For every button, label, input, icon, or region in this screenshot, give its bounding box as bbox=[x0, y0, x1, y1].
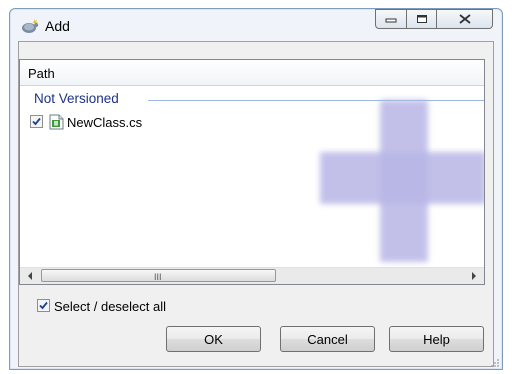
group-label: Not Versioned bbox=[34, 91, 119, 106]
window-title: Add bbox=[45, 18, 70, 34]
tortoise-svn-add-icon bbox=[22, 19, 39, 33]
file-name: NewClass.cs bbox=[67, 115, 143, 130]
scroll-grip: III bbox=[154, 272, 162, 282]
scroll-left-icon[interactable] bbox=[22, 268, 39, 284]
title-bar[interactable]: Add bbox=[10, 9, 502, 41]
resize-grip-icon[interactable] bbox=[490, 358, 500, 368]
select-all-label: Select / deselect all bbox=[54, 299, 167, 314]
item-checkbox[interactable] bbox=[30, 115, 43, 128]
ok-button[interactable]: OK bbox=[166, 326, 261, 352]
checkmark-icon bbox=[39, 301, 48, 310]
cancel-button[interactable]: Cancel bbox=[280, 326, 375, 352]
group-divider bbox=[148, 100, 484, 101]
group-header-not-versioned[interactable]: Not Versioned bbox=[20, 90, 484, 108]
plus-icon-bar bbox=[320, 152, 484, 204]
minimize-icon bbox=[385, 18, 397, 23]
scroll-thumb[interactable]: III bbox=[41, 269, 276, 282]
file-list[interactable]: Path Not Versioned NewClass.cs III bbox=[19, 59, 485, 285]
select-all-checkbox[interactable] bbox=[37, 299, 50, 312]
help-button[interactable]: Help bbox=[389, 326, 484, 352]
maximize-icon bbox=[416, 15, 427, 23]
close-button[interactable] bbox=[437, 9, 493, 29]
scroll-right-icon[interactable] bbox=[465, 268, 482, 284]
column-header-label: Path bbox=[28, 66, 55, 81]
maximize-button[interactable] bbox=[407, 9, 437, 29]
minimize-button[interactable] bbox=[375, 9, 407, 29]
column-header-path[interactable]: Path bbox=[20, 60, 484, 86]
csharp-file-icon bbox=[49, 114, 64, 130]
horizontal-scrollbar[interactable]: III bbox=[20, 267, 484, 284]
checkmark-icon bbox=[32, 117, 41, 126]
close-icon bbox=[458, 14, 471, 24]
